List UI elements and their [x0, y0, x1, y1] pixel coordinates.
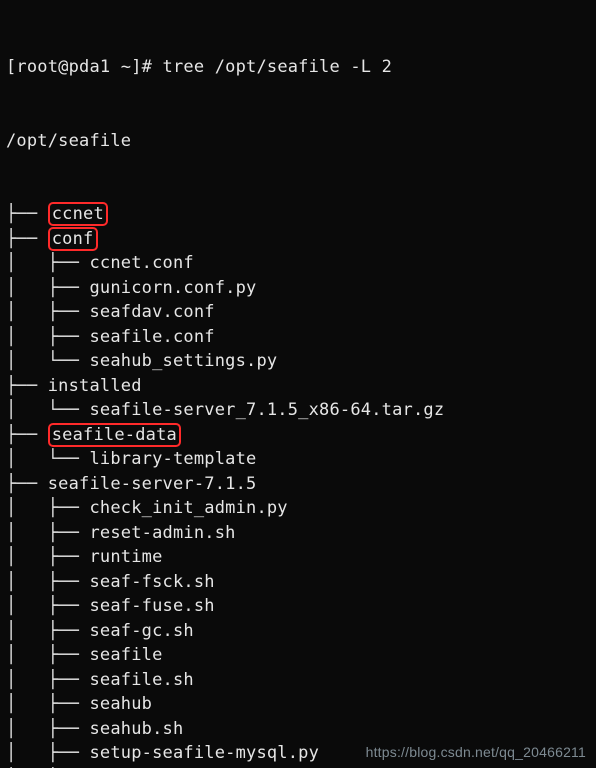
- tree-entry: gunicorn.conf.py: [89, 278, 256, 298]
- tree-entry: seafdav.conf: [89, 302, 214, 322]
- tree-prefix: │ └──: [6, 400, 89, 420]
- tree-line: │ ├── reset-admin.sh: [6, 521, 590, 546]
- tree-entry: seafile.sh: [89, 670, 193, 690]
- tree-line: │ ├── seahub.sh: [6, 717, 590, 742]
- tree-entry: check_init_admin.py: [89, 498, 287, 518]
- tree-line: │ ├── seafile.sh: [6, 668, 590, 693]
- highlighted-entry: conf: [48, 227, 98, 251]
- tree-line: ├── ccnet: [6, 202, 590, 227]
- tree-prefix: │ ├──: [6, 621, 89, 641]
- tree-entry: ccnet.conf: [89, 253, 193, 273]
- tree-entry: seaf-fsck.sh: [89, 572, 214, 592]
- tree-line: │ └── library-template: [6, 447, 590, 472]
- tree-prefix: │ ├──: [6, 694, 89, 714]
- tree-line: │ ├── seafdav.conf: [6, 300, 590, 325]
- tree-prefix: │ ├──: [6, 302, 89, 322]
- tree-prefix: │ └──: [6, 449, 89, 469]
- tree-line: │ ├── seafile: [6, 643, 590, 668]
- tree-entry: library-template: [89, 449, 256, 469]
- highlighted-entry: seafile-data: [48, 423, 181, 447]
- prompt-line[interactable]: [root@pda1 ~]# tree /opt/seafile -L 2: [6, 55, 590, 80]
- command-text: tree /opt/seafile -L 2: [163, 57, 393, 77]
- tree-entry: seahub.sh: [89, 719, 183, 739]
- tree-line: │ ├── seaf-fsck.sh: [6, 570, 590, 595]
- tree-line: │ ├── seahub: [6, 692, 590, 717]
- tree-entry: seaf-gc.sh: [89, 621, 193, 641]
- tree-prefix: │ ├──: [6, 743, 89, 763]
- terminal-output: [root@pda1 ~]# tree /opt/seafile -L 2 /o…: [0, 0, 596, 768]
- tree-prefix: │ ├──: [6, 670, 89, 690]
- tree-prefix: │ ├──: [6, 547, 89, 567]
- tree-entry: seaf-fuse.sh: [89, 596, 214, 616]
- tree-prefix: ├──: [6, 229, 48, 249]
- watermark-text: https://blog.csdn.net/qq_20466211: [366, 744, 586, 760]
- tree-line: ├── seafile-server-7.1.5: [6, 472, 590, 497]
- tree-entry: seahub_settings.py: [89, 351, 277, 371]
- tree-entry: runtime: [89, 547, 162, 567]
- highlighted-entry: ccnet: [48, 202, 108, 226]
- tree-prefix: │ ├──: [6, 645, 89, 665]
- tree-line: │ ├── ccnet.conf: [6, 251, 590, 276]
- tree-prefix: ├──: [6, 204, 48, 224]
- tree-entry: installed: [48, 376, 142, 396]
- tree-entry: setup-seafile-mysql.py: [89, 743, 319, 763]
- tree-prefix: │ ├──: [6, 719, 89, 739]
- tree-prefix: │ ├──: [6, 253, 89, 273]
- prompt-prefix: [root@pda1 ~]#: [6, 57, 163, 77]
- tree-prefix: │ ├──: [6, 327, 89, 347]
- tree-prefix: │ ├──: [6, 498, 89, 518]
- tree-prefix: │ ├──: [6, 596, 89, 616]
- tree-line: │ ├── gunicorn.conf.py: [6, 276, 590, 301]
- tree-prefix: │ └──: [6, 351, 89, 371]
- tree-entry: seafile: [89, 645, 162, 665]
- tree-line: │ ├── runtime: [6, 545, 590, 570]
- tree-entry: seafile-server_7.1.5_x86-64.tar.gz: [89, 400, 444, 420]
- tree-prefix: │ ├──: [6, 523, 89, 543]
- tree-entry: reset-admin.sh: [89, 523, 235, 543]
- tree-entry: seahub: [89, 694, 152, 714]
- tree-listing: ├── ccnet├── conf│ ├── ccnet.conf│ ├── g…: [6, 202, 590, 768]
- tree-prefix: │ ├──: [6, 278, 89, 298]
- tree-prefix: ├──: [6, 425, 48, 445]
- tree-line: ├── installed: [6, 374, 590, 399]
- tree-line: │ └── seahub_settings.py: [6, 349, 590, 374]
- tree-prefix: │ ├──: [6, 572, 89, 592]
- tree-line: ├── conf: [6, 227, 590, 252]
- tree-line: │ ├── seafile.conf: [6, 325, 590, 350]
- tree-prefix: ├──: [6, 474, 48, 494]
- tree-entry: seafile-server-7.1.5: [48, 474, 257, 494]
- tree-line: │ ├── seaf-gc.sh: [6, 619, 590, 644]
- tree-prefix: ├──: [6, 376, 48, 396]
- tree-line: │ ├── check_init_admin.py: [6, 496, 590, 521]
- tree-line: │ ├── seaf-fuse.sh: [6, 594, 590, 619]
- tree-line: ├── seafile-data: [6, 423, 590, 448]
- root-path-line: /opt/seafile: [6, 129, 590, 154]
- tree-line: │ └── seafile-server_7.1.5_x86-64.tar.gz: [6, 398, 590, 423]
- tree-entry: seafile.conf: [89, 327, 214, 347]
